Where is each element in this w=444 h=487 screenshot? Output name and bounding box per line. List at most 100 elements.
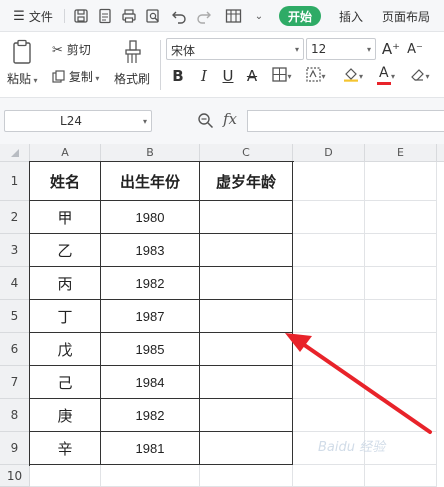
cell-e8[interactable]: [365, 399, 437, 432]
column-header-a[interactable]: A: [30, 144, 101, 162]
clear-format-button[interactable]: ▾: [406, 66, 434, 86]
more-chevron-icon[interactable]: ⌄: [250, 0, 268, 32]
cell-a4[interactable]: 丙: [30, 267, 101, 300]
cell-e3[interactable]: [365, 234, 437, 267]
cell-d2[interactable]: [293, 201, 365, 234]
cell-e4[interactable]: [365, 267, 437, 300]
select-all-corner[interactable]: [0, 144, 30, 162]
cell-a9[interactable]: 辛: [30, 432, 101, 465]
cell-a10[interactable]: [30, 465, 101, 487]
row-header-8[interactable]: 8: [0, 399, 30, 432]
italic-button[interactable]: I: [194, 66, 214, 86]
cell-d6[interactable]: [293, 333, 365, 366]
border-button[interactable]: ▾: [268, 66, 296, 86]
cell-b10[interactable]: [101, 465, 200, 487]
cell-b6[interactable]: 1985: [101, 333, 200, 366]
column-header-e[interactable]: E: [365, 144, 437, 162]
font-color-button[interactable]: A ▾: [372, 65, 400, 86]
name-box[interactable]: L24 ▾: [4, 110, 152, 132]
zoom-search-icon[interactable]: [197, 112, 214, 132]
column-header-b[interactable]: B: [101, 144, 200, 162]
cell-a2[interactable]: 甲: [30, 201, 101, 234]
row-header-7[interactable]: 7: [0, 366, 30, 399]
cell-b7[interactable]: 1984: [101, 366, 200, 399]
cell-format-button[interactable]: ▾: [302, 66, 330, 86]
column-header-f[interactable]: [437, 144, 444, 162]
cell-b9[interactable]: 1981: [101, 432, 200, 465]
cell-b4[interactable]: 1982: [101, 267, 200, 300]
cell-e2[interactable]: [365, 201, 437, 234]
row-header-1[interactable]: 1: [0, 162, 30, 201]
paste-button[interactable]: 粘贴 ▾: [7, 70, 38, 87]
shrink-font-button[interactable]: A⁻: [404, 38, 426, 60]
print-preview-icon[interactable]: [142, 0, 164, 32]
cell-d1[interactable]: [293, 162, 365, 201]
underline-button[interactable]: U: [218, 66, 238, 86]
cell-c5[interactable]: [200, 300, 293, 333]
row-header-3[interactable]: 3: [0, 234, 30, 267]
row-header-5[interactable]: 5: [0, 300, 30, 333]
tab-page-layout[interactable]: 页面布局: [382, 0, 444, 32]
tab-insert[interactable]: 插入: [332, 0, 370, 32]
undo-icon[interactable]: [168, 0, 190, 32]
format-painter-label[interactable]: 格式刷: [114, 70, 150, 87]
cell-a5[interactable]: 丁: [30, 300, 101, 333]
cell-d10[interactable]: [293, 465, 365, 487]
row-header-4[interactable]: 4: [0, 267, 30, 300]
redo-icon[interactable]: [193, 0, 215, 32]
cell-c3[interactable]: [200, 234, 293, 267]
save-icon[interactable]: [70, 0, 92, 32]
cell-c8[interactable]: [200, 399, 293, 432]
cell-a7[interactable]: 己: [30, 366, 101, 399]
bold-button[interactable]: B: [168, 66, 188, 86]
cell-a6[interactable]: 戊: [30, 333, 101, 366]
cell-e6[interactable]: [365, 333, 437, 366]
cell-b2[interactable]: 1980: [101, 201, 200, 234]
cell-e7[interactable]: [365, 366, 437, 399]
cell-d3[interactable]: [293, 234, 365, 267]
cell-b1[interactable]: 出生年份: [101, 162, 200, 201]
cell-e10[interactable]: [365, 465, 437, 487]
cell-d5[interactable]: [293, 300, 365, 333]
cell-a1[interactable]: 姓名: [30, 162, 101, 201]
cell-e5[interactable]: [365, 300, 437, 333]
row-header-2[interactable]: 2: [0, 201, 30, 234]
tab-home[interactable]: 开始: [279, 6, 321, 26]
row-header-9[interactable]: 9: [0, 432, 30, 465]
format-painter-icon[interactable]: [120, 38, 146, 66]
row-header-6[interactable]: 6: [0, 333, 30, 366]
export-pdf-icon[interactable]: [94, 0, 116, 32]
cell-d7[interactable]: [293, 366, 365, 399]
fill-color-button[interactable]: ▾: [338, 66, 368, 86]
cell-c1[interactable]: 虚岁年龄: [200, 162, 293, 201]
cell-c2[interactable]: [200, 201, 293, 234]
cell-a3[interactable]: 乙: [30, 234, 101, 267]
cell-a8[interactable]: 庚: [30, 399, 101, 432]
table-style-icon[interactable]: [220, 0, 248, 32]
font-name-select[interactable]: 宋体 ▾: [166, 38, 304, 60]
font-size-select[interactable]: 12 ▾: [306, 38, 376, 60]
strikethrough-button[interactable]: A: [242, 66, 262, 86]
cell-c4[interactable]: [200, 267, 293, 300]
cell-b8[interactable]: 1982: [101, 399, 200, 432]
print-icon[interactable]: [118, 0, 140, 32]
cell-c7[interactable]: [200, 366, 293, 399]
cell-b5[interactable]: 1987: [101, 300, 200, 333]
row-header-10[interactable]: 10: [0, 465, 30, 487]
cell-d8[interactable]: [293, 399, 365, 432]
function-icon[interactable]: fx: [223, 110, 237, 128]
column-header-c[interactable]: C: [200, 144, 293, 162]
cell-c6[interactable]: [200, 333, 293, 366]
formula-input[interactable]: [247, 110, 444, 132]
paste-icon[interactable]: [8, 38, 36, 66]
column-header-d[interactable]: D: [293, 144, 365, 162]
cell-b3[interactable]: 1983: [101, 234, 200, 267]
cell-e1[interactable]: [365, 162, 437, 201]
cell-d4[interactable]: [293, 267, 365, 300]
cell-c9[interactable]: [200, 432, 293, 465]
grow-font-button[interactable]: A⁺: [380, 38, 402, 60]
file-menu[interactable]: ☰ 文件: [6, 0, 60, 32]
copy-button[interactable]: 复制 ▾: [52, 68, 99, 86]
cut-button[interactable]: ✂ 剪切: [52, 41, 91, 58]
cell-c10[interactable]: [200, 465, 293, 487]
